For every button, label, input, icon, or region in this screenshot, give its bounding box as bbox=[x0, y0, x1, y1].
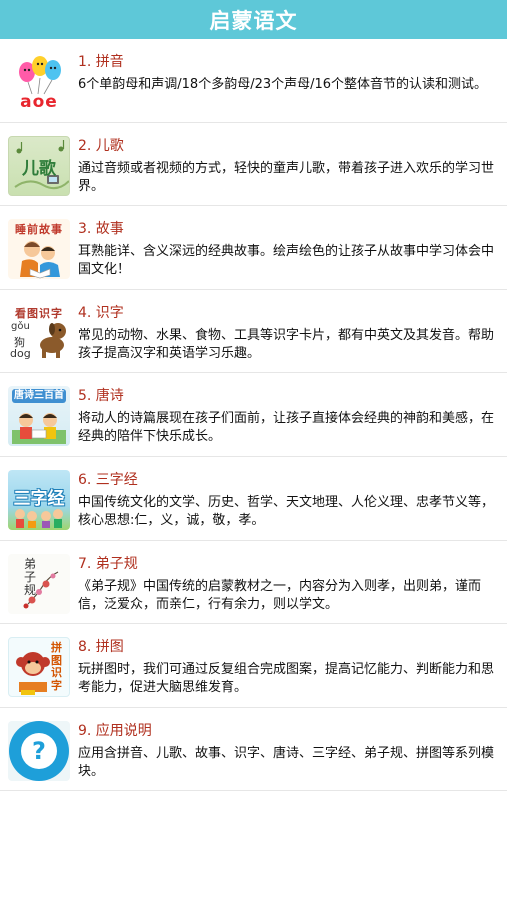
item-title: 2. 儿歌 bbox=[78, 137, 124, 154]
app-title: 启蒙语文 bbox=[209, 8, 298, 33]
three-character-classic-thumbnail: 三字经 bbox=[8, 469, 70, 530]
puzzle-literacy-label: 拼图识字 bbox=[51, 641, 62, 692]
dizigui-label: 弟子规 bbox=[24, 556, 37, 597]
pinyin-thumbnail: aoe bbox=[8, 52, 70, 112]
picture-literacy-label: 看图识字 bbox=[15, 306, 63, 320]
help-circle-icon: ? bbox=[9, 720, 69, 781]
list-item-pinyin[interactable]: aoe 1. 拼音 6个单韵母和声调/18个多韵母/23个声母/16个整体音节的… bbox=[0, 39, 507, 123]
puzzle-thumbnail: 拼图识字 bbox=[8, 637, 70, 698]
aoe-label: aoe bbox=[20, 92, 58, 112]
item-description: 将动人的诗篇展现在孩子们面前，让孩子直接体会经典的神韵和美感，在经典的陪伴下快乐… bbox=[78, 411, 495, 445]
app-header: 启蒙语文 bbox=[0, 0, 507, 39]
bedtime-story-label: 睡前故事 bbox=[15, 223, 63, 237]
item-title: 4. 识字 bbox=[78, 304, 124, 321]
list-item-nursery-rhymes[interactable]: 儿歌 2. 儿歌 通过音频或者视频的方式，轻快的童声儿歌，带着孩子进入欢乐的学习… bbox=[0, 123, 507, 207]
item-description: 《弟子规》中国传统的启蒙教材之一，内容分为入则孝，出则弟，谨而信，泛爱众，而亲仁… bbox=[78, 578, 482, 612]
app-info-thumbnail: ? bbox=[8, 720, 70, 781]
dizigui-thumbnail: 弟子规 bbox=[8, 553, 70, 614]
list-item-stories[interactable]: 睡前故事 3. 故事 耳熟能详、含义深远的经典故事。绘声绘色的让孩子从故事中学习… bbox=[0, 206, 507, 290]
rhymes-label: 儿歌 bbox=[22, 158, 56, 179]
tang-poems-label: 唐诗三百首 bbox=[12, 389, 66, 404]
three-character-classic-label: 三字经 bbox=[13, 488, 65, 509]
item-description: 6个单韵母和声调/18个多韵母/23个声母/16个整体音节的认读和测试。 bbox=[78, 77, 488, 92]
item-title: 5. 唐诗 bbox=[78, 388, 124, 405]
item-title: 6. 三字经 bbox=[78, 471, 138, 488]
list-item-puzzle[interactable]: 拼图识字 8. 拼图 玩拼图时，我们可通过反复组合完成图案，提高记忆能力、判断能… bbox=[0, 624, 507, 708]
item-title: 9. 应用说明 bbox=[78, 722, 152, 739]
pinyin-gou-label: gǒu bbox=[11, 320, 30, 332]
question-mark-icon: ? bbox=[32, 736, 46, 765]
literacy-thumbnail: 看图识字 gǒu 狗 dog bbox=[8, 302, 70, 363]
item-description: 通过音频或者视频的方式，轻快的童声儿歌，带着孩子进入欢乐的学习世界。 bbox=[78, 160, 495, 194]
help-inner-circle: ? bbox=[21, 732, 57, 769]
module-list: aoe 1. 拼音 6个单韵母和声调/18个多韵母/23个声母/16个整体音节的… bbox=[0, 39, 507, 792]
item-title: 7. 弟子规 bbox=[78, 555, 138, 572]
item-title: 8. 拼图 bbox=[78, 639, 124, 656]
item-title: 3. 故事 bbox=[78, 221, 124, 238]
item-title: 1. 拼音 bbox=[78, 54, 124, 70]
list-item-literacy[interactable]: 看图识字 gǒu 狗 dog 4. 识字 常见的动物、水果、食物、工具等识字卡片… bbox=[0, 290, 507, 374]
list-item-dizigui[interactable]: 弟子规 7. 弟子规 《弟子规》中国传统的启蒙教材之一，内容分为入则孝，出则弟，… bbox=[0, 541, 507, 625]
stories-thumbnail: 睡前故事 bbox=[8, 219, 70, 280]
list-item-tang-poems[interactable]: 唐诗三百首 5. 唐诗 将动人的诗篇展现在孩子们面前，让孩子直接体会经典的神韵和… bbox=[0, 373, 507, 457]
item-description: 玩拼图时，我们可通过反复组合完成图案，提高记忆能力、判断能力和思考能力，促进大脑… bbox=[78, 662, 495, 696]
english-dog-label: dog bbox=[10, 346, 31, 360]
list-item-three-character-classic[interactable]: 三字经 6. 三字经 中国传统文化的文学、历史、哲学、天文地理、人伦义理、忠孝节… bbox=[0, 457, 507, 541]
tang-poems-thumbnail: 唐诗三百首 bbox=[8, 386, 70, 447]
list-item-app-info[interactable]: ? 9. 应用说明 应用含拼音、儿歌、故事、识字、唐诗、三字经、弟子规、拼图等系… bbox=[0, 708, 507, 792]
item-description: 中国传统文化的文学、历史、哲学、天文地理、人伦义理、忠孝节义等，核心思想:仁，义… bbox=[78, 494, 495, 528]
item-description: 常见的动物、水果、食物、工具等识字卡片，都有中英文及其发音。帮助孩子提高汉字和英… bbox=[78, 327, 495, 361]
item-description: 应用含拼音、儿歌、故事、识字、唐诗、三字经、弟子规、拼图等系列模块。 bbox=[78, 745, 495, 779]
nursery-rhymes-thumbnail: 儿歌 bbox=[8, 135, 70, 196]
item-description: 耳熟能详、含义深远的经典故事。绘声绘色的让孩子从故事中学习体会中国文化！ bbox=[78, 244, 495, 278]
